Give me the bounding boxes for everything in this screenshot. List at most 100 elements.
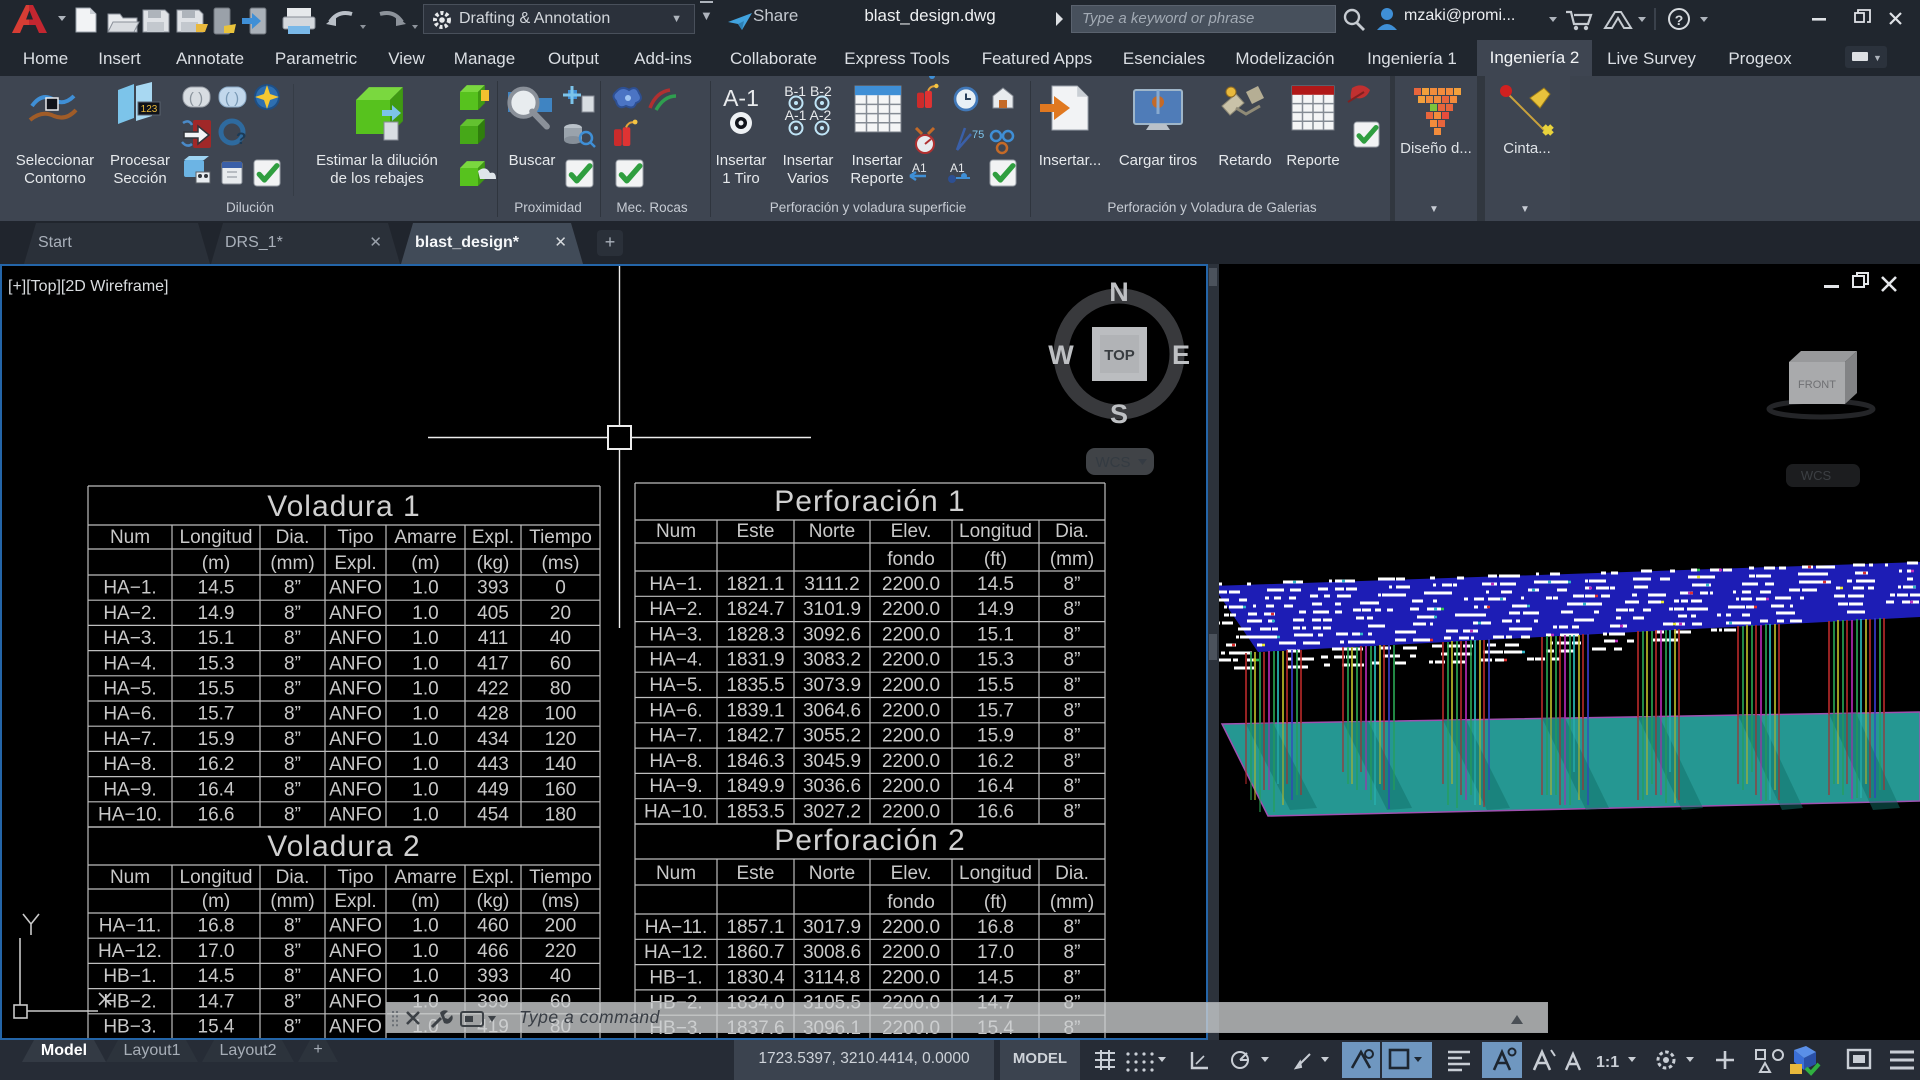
- svg-text:3073.9: 3073.9: [803, 675, 861, 696]
- svg-text:Elev.: Elev.: [891, 521, 932, 542]
- svg-text:Longitud: Longitud: [180, 867, 253, 888]
- svg-text:Num: Num: [110, 527, 150, 548]
- svg-text:8”: 8”: [1064, 599, 1081, 620]
- svg-text:1853.5: 1853.5: [726, 802, 784, 823]
- svg-text:HA−11.: HA−11.: [645, 917, 708, 938]
- svg-text:14.5: 14.5: [198, 578, 235, 599]
- svg-text:(kg): (kg): [477, 553, 510, 574]
- svg-text:2200.0: 2200.0: [882, 650, 940, 671]
- svg-text:8”: 8”: [284, 991, 301, 1012]
- svg-text:16.6: 16.6: [198, 805, 235, 826]
- svg-text:ANFO: ANFO: [329, 916, 382, 937]
- svg-text:HA−11.: HA−11.: [99, 916, 162, 937]
- svg-text:2200.0: 2200.0: [882, 776, 940, 797]
- svg-text:HA−3.: HA−3.: [103, 628, 156, 649]
- svg-text:15.1: 15.1: [977, 624, 1014, 645]
- svg-text:(ft): (ft): [984, 549, 1007, 570]
- svg-text:16.2: 16.2: [977, 751, 1014, 772]
- svg-text:Voladura 2: Voladura 2: [267, 830, 420, 863]
- svg-text:15.3: 15.3: [977, 650, 1014, 671]
- svg-text:HA−5.: HA−5.: [103, 679, 156, 700]
- svg-text:A-1: A-1: [723, 85, 759, 111]
- svg-text:Dia.: Dia.: [1055, 863, 1089, 884]
- svg-text:1.0: 1.0: [412, 603, 438, 624]
- svg-text:8”: 8”: [1064, 624, 1081, 645]
- svg-text:405: 405: [477, 603, 509, 624]
- svg-text:3092.6: 3092.6: [803, 624, 861, 645]
- svg-text:1830.4: 1830.4: [726, 967, 785, 988]
- svg-text:HA−2.: HA−2.: [649, 599, 702, 620]
- svg-text:2200.0: 2200.0: [882, 700, 940, 721]
- svg-text:Longitud: Longitud: [959, 521, 1032, 542]
- svg-text:1849.9: 1849.9: [726, 776, 784, 797]
- svg-text:2200.0: 2200.0: [882, 624, 940, 645]
- svg-text:14.9: 14.9: [977, 599, 1014, 620]
- svg-text:ANFO: ANFO: [329, 704, 382, 725]
- svg-text:1.0: 1.0: [412, 653, 438, 674]
- svg-text:[+][Top][2D Wireframe]: [+][Top][2D Wireframe]: [8, 278, 169, 295]
- svg-text:HA−4.: HA−4.: [103, 653, 156, 674]
- svg-text:HA−2.: HA−2.: [103, 603, 156, 624]
- svg-text:16.8: 16.8: [198, 916, 235, 937]
- svg-text:HB−1.: HB−1.: [649, 967, 702, 988]
- svg-text:ANFO: ANFO: [329, 729, 382, 750]
- svg-text:Tiempo: Tiempo: [529, 527, 592, 548]
- svg-text:393: 393: [477, 578, 509, 599]
- svg-text:Expl.: Expl.: [472, 527, 514, 548]
- svg-text:Este: Este: [736, 521, 774, 542]
- svg-text:15.1: 15.1: [198, 628, 235, 649]
- svg-text:ANFO: ANFO: [329, 603, 382, 624]
- svg-text:ANFO: ANFO: [329, 653, 382, 674]
- svg-text:3101.9: 3101.9: [803, 599, 861, 620]
- svg-text:1857.1: 1857.1: [726, 917, 784, 938]
- svg-text:8”: 8”: [1064, 942, 1081, 963]
- svg-text:8”: 8”: [284, 754, 301, 775]
- svg-text:1821.1: 1821.1: [726, 574, 784, 595]
- svg-text:Dia.: Dia.: [1055, 521, 1089, 542]
- svg-text:8”: 8”: [284, 729, 301, 750]
- svg-text:HB−1.: HB−1.: [103, 966, 156, 987]
- svg-text:40: 40: [550, 628, 571, 649]
- svg-text:Amarre: Amarre: [394, 527, 456, 548]
- svg-text:Longitud: Longitud: [180, 527, 253, 548]
- svg-text:2200.0: 2200.0: [882, 599, 940, 620]
- svg-text:Num: Num: [110, 867, 150, 888]
- svg-text:1.0: 1.0: [412, 805, 438, 826]
- svg-text:0: 0: [555, 578, 566, 599]
- svg-text:HA−7.: HA−7.: [649, 726, 702, 747]
- svg-text:80: 80: [550, 679, 571, 700]
- svg-text:16.2: 16.2: [198, 754, 235, 775]
- svg-text:(mm): (mm): [270, 553, 314, 574]
- svg-text:ANFO: ANFO: [329, 941, 382, 962]
- svg-text:15.7: 15.7: [198, 704, 235, 725]
- svg-text:8”: 8”: [284, 603, 301, 624]
- svg-text:E: E: [1172, 340, 1190, 370]
- svg-text:449: 449: [477, 779, 509, 800]
- svg-text:Perforación 2: Perforación 2: [774, 824, 965, 857]
- svg-text:417: 417: [477, 653, 509, 674]
- svg-text:8”: 8”: [284, 628, 301, 649]
- svg-text:8”: 8”: [1064, 700, 1081, 721]
- svg-text:1.0: 1.0: [412, 941, 438, 962]
- svg-text:2200.0: 2200.0: [882, 802, 940, 823]
- svg-text:75: 75: [972, 129, 984, 141]
- svg-text:?: ?: [1675, 12, 1684, 28]
- svg-text:454: 454: [477, 805, 509, 826]
- svg-text:8”: 8”: [284, 578, 301, 599]
- svg-text:S: S: [1110, 399, 1128, 429]
- svg-text:3045.9: 3045.9: [803, 751, 861, 772]
- svg-text:2200.0: 2200.0: [882, 917, 940, 938]
- svg-text:8”: 8”: [1064, 751, 1081, 772]
- svg-text:1.0: 1.0: [412, 704, 438, 725]
- svg-text:140: 140: [545, 754, 577, 775]
- svg-text:HA−6.: HA−6.: [103, 704, 156, 725]
- svg-text:Elev.: Elev.: [891, 863, 932, 884]
- svg-text:8”: 8”: [1064, 650, 1081, 671]
- svg-text:460: 460: [477, 916, 509, 937]
- svg-text:393: 393: [477, 966, 509, 987]
- svg-text:3064.6: 3064.6: [803, 700, 861, 721]
- svg-text:(m): (m): [202, 553, 230, 574]
- svg-text:Longitud: Longitud: [959, 863, 1032, 884]
- svg-text:100: 100: [545, 704, 577, 725]
- svg-text:466: 466: [477, 941, 509, 962]
